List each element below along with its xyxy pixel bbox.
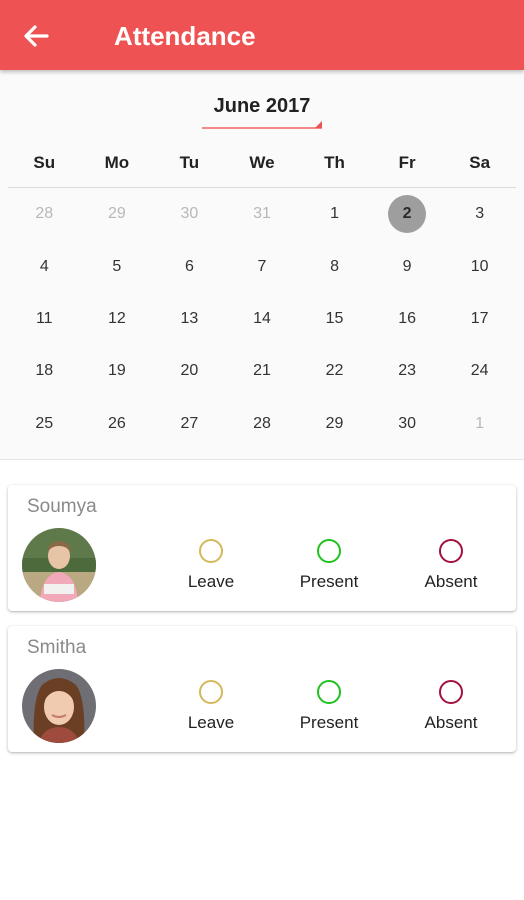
absent-option[interactable]: Absent (396, 537, 506, 597)
back-arrow-icon[interactable] (20, 20, 52, 52)
calendar-day[interactable]: 6 (153, 240, 226, 292)
leave-option[interactable]: Leave (156, 537, 266, 597)
calendar-day[interactable]: 3 (443, 188, 516, 240)
absent-radio[interactable] (439, 539, 463, 563)
leave-radio[interactable] (199, 680, 223, 704)
weekday-label: Su (33, 153, 56, 172)
present-label: Present (299, 713, 359, 732)
weekday-label: Mo (104, 153, 130, 172)
present-label: Present (299, 572, 359, 591)
calendar-day[interactable]: 29 (81, 188, 154, 240)
weekday-label: Th (324, 153, 345, 172)
calendar-day[interactable]: 1 (443, 398, 516, 450)
day-grid: 28 29 30 31 1 2 3 4 5 6 7 8 9 10 11 12 1… (8, 188, 516, 450)
absent-label: Absent (424, 713, 478, 732)
present-radio[interactable] (317, 680, 341, 704)
calendar-day[interactable]: 17 (443, 293, 516, 345)
student-name: Soumya (27, 496, 97, 517)
calendar-day[interactable]: 7 (226, 240, 299, 292)
calendar-day-selected[interactable]: 2 (371, 188, 444, 240)
calendar-day[interactable]: 25 (8, 398, 81, 450)
student-card: Soumya Leave Present Absent (8, 485, 516, 611)
leave-label: Leave (187, 572, 235, 591)
avatar (22, 669, 96, 743)
calendar-day[interactable]: 23 (371, 345, 444, 397)
calendar-day[interactable]: 13 (153, 293, 226, 345)
dropdown-caret-icon (315, 121, 322, 128)
calendar-day[interactable]: 9 (371, 240, 444, 292)
calendar-day[interactable]: 28 (8, 188, 81, 240)
calendar-week: 18 19 20 21 22 23 24 (8, 345, 516, 397)
leave-radio[interactable] (199, 539, 223, 563)
absent-radio[interactable] (439, 680, 463, 704)
calendar-day[interactable]: 16 (371, 293, 444, 345)
calendar-day[interactable]: 20 (153, 345, 226, 397)
present-option[interactable]: Present (274, 678, 384, 738)
calendar-day[interactable]: 31 (226, 188, 299, 240)
calendar-day[interactable]: 18 (8, 345, 81, 397)
month-label: June 2017 (213, 95, 311, 117)
calendar-day[interactable]: 28 (226, 398, 299, 450)
app-bar: Attendance (0, 0, 524, 70)
calendar-week: 25 26 27 28 29 30 1 (8, 398, 516, 450)
avatar (22, 528, 96, 602)
calendar-day[interactable]: 19 (81, 345, 154, 397)
page-title: Attendance (114, 21, 256, 51)
student-card: Smitha Leave Present Absent (8, 626, 516, 752)
leave-label: Leave (187, 713, 235, 732)
month-selector[interactable]: June 2017 (202, 92, 322, 130)
calendar-day[interactable]: 29 (298, 398, 371, 450)
calendar-day[interactable]: 10 (443, 240, 516, 292)
absent-label: Absent (424, 572, 478, 591)
calendar-day[interactable]: 14 (226, 293, 299, 345)
calendar-day[interactable]: 24 (443, 345, 516, 397)
present-radio[interactable] (317, 539, 341, 563)
calendar-day[interactable]: 8 (298, 240, 371, 292)
weekday-label: Tu (179, 153, 200, 172)
calendar-day[interactable]: 12 (81, 293, 154, 345)
calendar: June 2017 Su Mo Tu We Th Fr Sa 28 29 30 … (0, 70, 524, 460)
calendar-day[interactable]: 15 (298, 293, 371, 345)
calendar-day[interactable]: 21 (226, 345, 299, 397)
calendar-day[interactable]: 4 (8, 240, 81, 292)
calendar-day[interactable]: 30 (371, 398, 444, 450)
calendar-day[interactable]: 1 (298, 188, 371, 240)
absent-option[interactable]: Absent (396, 678, 506, 738)
calendar-week: 4 5 6 7 8 9 10 (8, 240, 516, 292)
weekday-label: We (249, 153, 275, 172)
calendar-day[interactable]: 11 (8, 293, 81, 345)
calendar-day[interactable]: 22 (298, 345, 371, 397)
calendar-day[interactable]: 30 (153, 188, 226, 240)
calendar-week: 28 29 30 31 1 2 3 (8, 188, 516, 240)
calendar-day[interactable]: 5 (81, 240, 154, 292)
present-option[interactable]: Present (274, 537, 384, 597)
calendar-day[interactable]: 26 (81, 398, 154, 450)
calendar-day[interactable]: 27 (153, 398, 226, 450)
weekday-header: Su Mo Tu We Th Fr Sa (8, 150, 516, 180)
calendar-week: 11 12 13 14 15 16 17 (8, 293, 516, 345)
weekday-label: Sa (469, 153, 491, 172)
leave-option[interactable]: Leave (156, 678, 266, 738)
weekday-label: Fr (398, 153, 416, 172)
student-name: Smitha (27, 637, 87, 658)
month-underline (202, 127, 322, 129)
